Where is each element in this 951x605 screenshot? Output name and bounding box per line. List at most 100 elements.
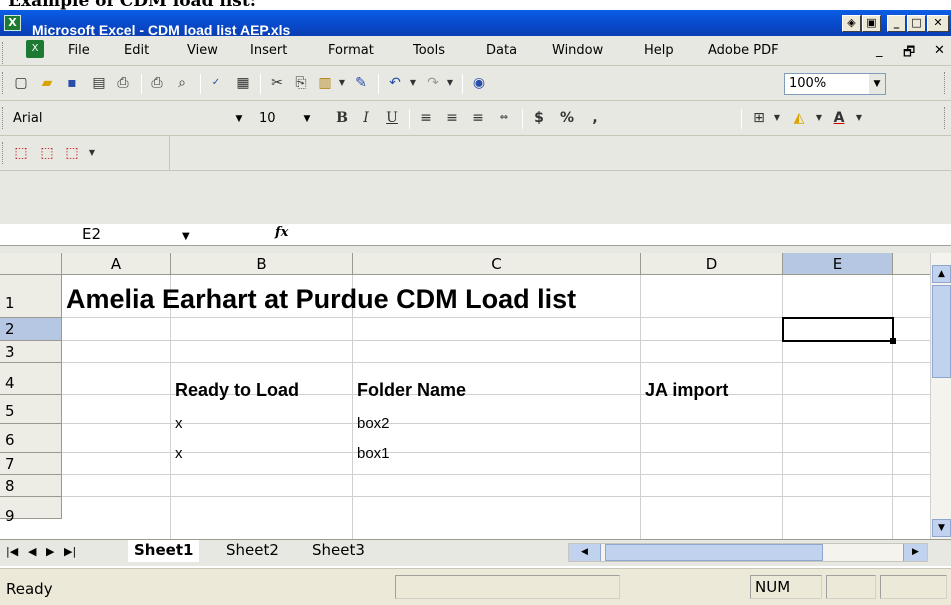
window-title-bar[interactable]: X Microsoft Excel - CDM load list AEP.xl… [0,10,951,38]
last-sheet-icon[interactable]: ▶| [64,545,76,558]
row-header-1[interactable]: 1 [0,275,62,318]
research-icon[interactable]: ▦ [234,74,252,92]
cell-d4[interactable]: JA import [641,379,728,401]
chevron-down-icon[interactable]: ▼ [299,109,315,129]
toolbar-grip[interactable] [2,142,5,164]
doc-minimize-icon[interactable]: _ [876,43,883,58]
permission-icon[interactable]: ▤ [90,74,108,92]
column-header-a[interactable]: A [62,253,171,275]
format-painter-icon[interactable]: ✎ [352,74,370,92]
row-header-3[interactable]: 3 [0,341,62,363]
resize-grip[interactable] [880,575,947,599]
align-center-icon[interactable]: ≡ [443,109,461,127]
active-cell-e2[interactable] [782,317,894,342]
pdf-review-icon[interactable]: ⬚ [63,144,81,162]
open-icon[interactable]: ▰ [38,74,56,92]
row-header-7[interactable]: 7 [0,453,62,475]
menu-window[interactable]: Window [552,43,603,58]
maximize-button[interactable]: □ [907,15,926,32]
column-header-d[interactable]: D [641,253,783,275]
bold-icon[interactable]: B [333,109,351,127]
workbook-icon[interactable]: X [26,40,44,58]
insert-function-icon[interactable]: fx [275,225,288,240]
menu-help[interactable]: Help [644,43,674,58]
row-header-6[interactable]: 6 [0,424,62,453]
print-icon[interactable]: ⎙ [114,74,132,92]
chevron-down-icon[interactable]: ▼ [771,109,783,127]
first-sheet-icon[interactable]: |◀ [6,545,18,558]
menu-data[interactable]: Data [486,43,517,58]
chevron-down-icon[interactable]: ▼ [231,109,247,129]
fill-color-icon[interactable]: ◭ [790,109,808,127]
percent-button[interactable]: % [558,109,576,127]
italic-icon[interactable]: I [357,109,375,127]
row-header-8[interactable]: 8 [0,475,62,497]
new-icon[interactable]: ▢ [12,74,30,92]
pdf-email-icon[interactable]: ⬚ [38,144,56,162]
chevron-down-icon[interactable]: ▼ [182,227,190,246]
cell-b6[interactable]: x [171,443,183,465]
save-icon[interactable]: ▪ [63,74,81,92]
currency-button[interactable]: $ [530,109,548,127]
horizontal-scrollbar[interactable]: ◀ ▶ [568,543,928,562]
formula-input[interactable] [300,225,951,245]
menu-insert[interactable]: Insert [250,43,287,58]
tab-sheet3[interactable]: Sheet3 [306,540,371,562]
font-color-icon[interactable]: A [830,109,848,127]
row-header-2[interactable]: 2 [0,318,62,341]
align-left-icon[interactable]: ≡ [417,109,435,127]
toolbar-grip[interactable] [2,42,5,64]
convert-to-pdf-icon[interactable]: ⬚ [12,144,30,162]
toolbar-options-grip[interactable] [944,107,947,129]
close-button[interactable]: ✕ [927,15,949,32]
toolbar-options-grip[interactable] [944,72,947,94]
menu-format[interactable]: Format [328,43,374,58]
cut-icon[interactable]: ✂ [268,74,286,92]
doc-restore-icon[interactable]: 🗗 [903,43,915,65]
cell-c6[interactable]: box1 [353,443,390,465]
chevron-down-icon[interactable]: ▼ [407,74,419,92]
toolbar-grip[interactable] [2,72,5,94]
minimize-button[interactable]: _ [887,15,906,32]
comma-button[interactable]: , [586,109,604,127]
merge-center-icon[interactable]: ⇔ [495,109,513,127]
underline-icon[interactable]: U [383,109,401,127]
borders-icon[interactable]: ⊞ [750,109,768,127]
menu-view[interactable]: View [187,43,218,58]
chevron-down-icon[interactable]: ▼ [813,109,825,127]
redo-icon[interactable]: ↷ [424,74,442,92]
preview-magnify-icon[interactable]: ⌕ [173,74,191,92]
font-size-select[interactable]: 10 ▼ [254,108,316,130]
chevron-down-icon[interactable]: ▼ [853,109,865,127]
cell-b5[interactable]: x [171,413,183,435]
scroll-down-icon[interactable]: ▼ [932,519,951,537]
scroll-left-icon[interactable]: ◀ [569,544,601,561]
font-select[interactable]: Arial ▼ [8,108,248,130]
print-preview-icon[interactable]: ⎙ [148,74,166,92]
cell-a1[interactable]: Amelia Earhart at Purdue CDM Load list [62,283,576,316]
name-box[interactable]: E2 ▼ [0,225,190,245]
toolbar-grip[interactable] [2,107,5,129]
spelling-icon[interactable]: ✓ [207,74,225,92]
undo-icon[interactable]: ↶ [386,74,404,92]
chevron-down-icon[interactable]: ▼ [869,74,885,94]
cell-b4[interactable]: Ready to Load [171,379,299,401]
row-header-4[interactable]: 4 [0,363,62,395]
doc-close-icon[interactable]: ✕ [934,43,945,58]
prev-sheet-icon[interactable]: ◀ [28,545,36,558]
chevron-down-icon[interactable]: ▼ [336,74,348,92]
vertical-scrollbar[interactable]: ▲ ▼ [930,253,951,539]
fill-handle[interactable] [890,338,896,344]
copy-icon[interactable]: ▣ [862,15,881,32]
column-header-e[interactable]: E [783,253,893,275]
cell-c5[interactable]: box2 [353,413,390,435]
menu-edit[interactable]: Edit [124,43,149,58]
tab-sheet1[interactable]: Sheet1 [128,540,200,562]
scroll-up-icon[interactable]: ▲ [932,265,951,283]
row-header-5[interactable]: 5 [0,395,62,424]
h-scroll-thumb[interactable] [605,544,823,561]
next-sheet-icon[interactable]: ▶ [46,545,54,558]
column-header-b[interactable]: B [171,253,353,275]
select-all-corner[interactable] [0,253,62,275]
align-right-icon[interactable]: ≡ [469,109,487,127]
